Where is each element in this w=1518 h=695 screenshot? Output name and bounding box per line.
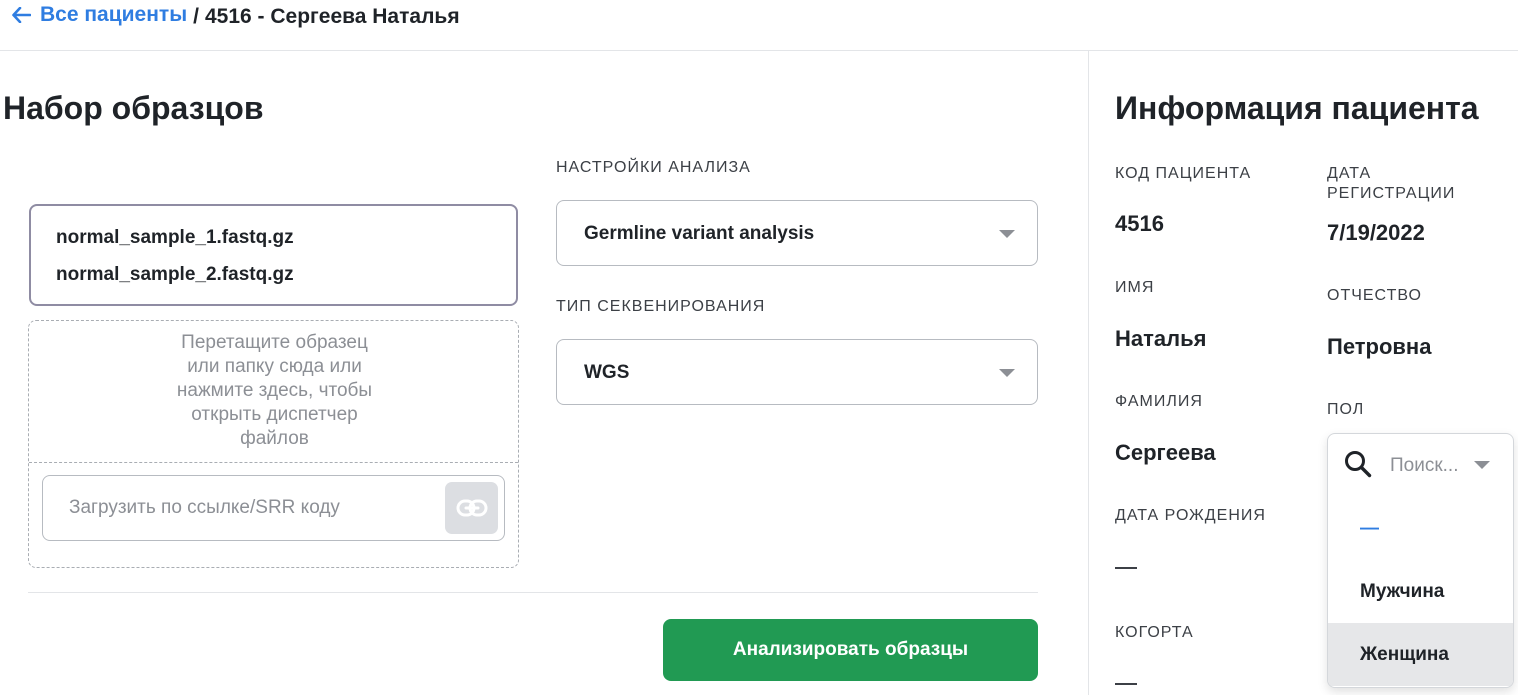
dropzone-line: или папку сюда или bbox=[187, 356, 362, 377]
breadcrumb-current: 4516 - Сергеева Наталья bbox=[204, 5, 460, 28]
analysis-settings-value: Germline variant analysis bbox=[584, 223, 815, 244]
last-name-label: ФАМИЛИЯ bbox=[1115, 393, 1203, 410]
dropzone-line: Перетащите образец bbox=[181, 332, 368, 353]
dropzone-divider bbox=[29, 462, 518, 463]
registration-date-label-line: ДАТА bbox=[1327, 165, 1372, 182]
patient-code-label: КОД ПАЦИЕНТА bbox=[1115, 165, 1252, 182]
sequencing-type-label: ТИП СЕКВЕНИРОВАНИЯ bbox=[556, 298, 766, 315]
samples-title: Набор образцов bbox=[3, 90, 264, 126]
column-divider bbox=[1088, 51, 1089, 695]
selected-files-list[interactable]: normal_sample_1.fastq.gz normal_sample_2… bbox=[29, 204, 518, 306]
sex-option-male[interactable]: Мужчина bbox=[1328, 560, 1513, 623]
dropzone-line: открыть диспетчер bbox=[191, 404, 358, 425]
sex-option-empty[interactable]: — bbox=[1328, 497, 1513, 560]
first-name-value: Наталья bbox=[1115, 326, 1207, 351]
search-icon bbox=[1345, 451, 1372, 478]
link-upload-field bbox=[42, 475, 505, 541]
file-dropzone[interactable]: Перетащите образец или папку сюда или на… bbox=[28, 320, 519, 568]
patient-info-title: Информация пациента bbox=[1115, 90, 1479, 126]
registration-date-label: ДАТА РЕГИСТРАЦИИ bbox=[1327, 164, 1455, 204]
cohort-label: КОГОРТА bbox=[1115, 624, 1194, 641]
page-header: Все пациенты /4516 - Сергеева Наталья bbox=[0, 0, 1518, 51]
dropzone-line: файлов bbox=[240, 428, 309, 449]
registration-date-value: 7/19/2022 bbox=[1327, 220, 1425, 245]
registration-date-label-line: РЕГИСТРАЦИИ bbox=[1327, 185, 1456, 202]
sex-dropdown-search bbox=[1328, 434, 1513, 496]
patronymic-label: ОТЧЕСТВО bbox=[1327, 287, 1422, 304]
patient-code-value: 4516 bbox=[1115, 211, 1164, 236]
cohort-value: — bbox=[1115, 683, 1137, 685]
link-upload-input[interactable] bbox=[43, 476, 443, 540]
chevron-down-icon bbox=[999, 369, 1015, 377]
chevron-down-icon[interactable] bbox=[1474, 461, 1490, 469]
sequencing-type-select[interactable]: WGS bbox=[556, 339, 1038, 405]
back-link-label: Все пациенты bbox=[40, 3, 188, 26]
first-name-label: ИМЯ bbox=[1115, 279, 1155, 296]
dropzone-line: нажмите здесь, чтобы bbox=[176, 380, 373, 401]
file-item: normal_sample_2.fastq.gz bbox=[56, 264, 294, 285]
birth-date-label: ДАТА РОЖДЕНИЯ bbox=[1115, 507, 1266, 524]
sex-label: ПОЛ bbox=[1327, 401, 1365, 418]
link-upload-button[interactable] bbox=[445, 482, 498, 534]
analyze-samples-button[interactable]: Анализировать образцы bbox=[663, 619, 1038, 681]
chevron-down-icon bbox=[999, 230, 1015, 238]
back-to-patients-link[interactable]: Все пациенты bbox=[12, 3, 187, 27]
patronymic-value: Петровна bbox=[1327, 334, 1432, 359]
sex-dropdown: — Мужчина Женщина bbox=[1327, 433, 1514, 688]
arrow-left-icon bbox=[12, 7, 31, 23]
sex-search-input[interactable] bbox=[1390, 452, 1472, 480]
breadcrumb-separator: / bbox=[193, 5, 199, 28]
sequencing-type-value: WGS bbox=[584, 362, 630, 383]
last-name-value: Сергеева bbox=[1115, 440, 1216, 465]
dropzone-instructions: Перетащите образец или папку сюда или на… bbox=[29, 331, 520, 451]
breadcrumb: Все пациенты /4516 - Сергеева Наталья bbox=[12, 3, 460, 29]
analysis-settings-select[interactable]: Germline variant analysis bbox=[556, 200, 1038, 266]
file-item: normal_sample_1.fastq.gz bbox=[56, 227, 294, 248]
analysis-settings-label: НАСТРОЙКИ АНАЛИЗА bbox=[556, 159, 751, 176]
birth-date-value: — bbox=[1115, 567, 1137, 569]
link-icon bbox=[456, 499, 487, 517]
section-divider bbox=[28, 592, 1038, 593]
sex-option-female[interactable]: Женщина bbox=[1328, 623, 1513, 686]
